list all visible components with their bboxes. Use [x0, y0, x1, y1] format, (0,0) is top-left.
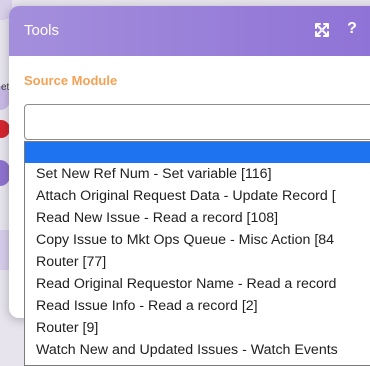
help-icon[interactable]: ? — [345, 19, 359, 39]
dropdown-option[interactable]: Watch New and Updated Issues - Watch Eve… — [25, 339, 370, 361]
dropdown-option[interactable]: Read New Issue - Read a record [108] — [25, 207, 370, 229]
modal-header: Tools ? — [9, 6, 370, 56]
modal-title: Tools — [24, 22, 60, 39]
dropdown-option[interactable]: Attach Original Request Data - Update Re… — [25, 185, 370, 207]
dropdown-option-empty-highlighted[interactable] — [25, 142, 370, 163]
dropdown-option[interactable]: Router [9] — [25, 317, 370, 339]
dropdown-option[interactable]: Read Issue Info - Read a record [2] — [25, 295, 370, 317]
dropdown-option[interactable]: Copy Issue to Mkt Ops Queue - Misc Actio… — [25, 229, 370, 251]
app-stage: et Tools ? Source Module Set New Ref Num… — [0, 0, 370, 366]
dropdown-option[interactable]: Router [77] — [25, 251, 370, 273]
dropdown-option[interactable]: Set New Ref Num - Set variable [116] — [25, 163, 370, 185]
source-module-label: Source Module — [24, 73, 118, 88]
source-module-dropdown: Set New Ref Num - Set variable [116] Att… — [24, 141, 370, 366]
dropdown-option[interactable]: Read Original Requestor Name - Read a re… — [25, 273, 370, 295]
expand-icon[interactable] — [313, 21, 331, 39]
source-module-select[interactable] — [24, 104, 370, 140]
